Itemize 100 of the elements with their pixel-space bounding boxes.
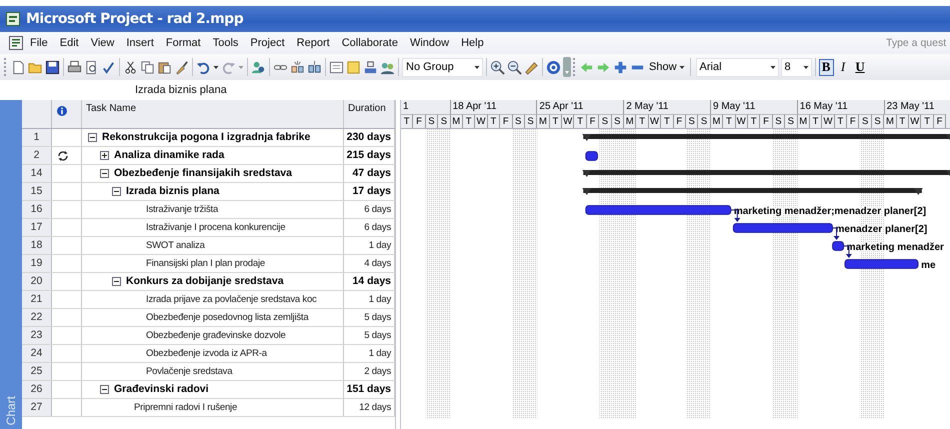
week-label: 2 May '11 [624, 100, 711, 114]
people-icon[interactable] [251, 60, 266, 74]
week-label: 23 May '11 [884, 100, 950, 114]
task-bar[interactable] [832, 241, 844, 251]
scissors-icon[interactable] [123, 60, 138, 74]
summary-task-name: Analiza dinamike rada [114, 148, 224, 163]
day-label: F [674, 114, 686, 128]
day-label: S [512, 114, 525, 128]
row-number: 2 [22, 147, 52, 164]
day-label: S [785, 114, 798, 128]
menu-item[interactable]: Help [455, 35, 490, 51]
day-label: T [810, 114, 822, 128]
day-label: M [798, 114, 810, 128]
day-label: M [537, 114, 550, 128]
day-label: W [909, 114, 922, 128]
day-label: W [736, 114, 748, 128]
summary-bar[interactable] [582, 188, 923, 195]
day-label: F [586, 114, 600, 128]
zoom-out-icon[interactable] [507, 60, 522, 74]
zoom-in-icon[interactable] [490, 60, 505, 74]
day-label: M [710, 114, 724, 128]
window-title: Microsoft Project - rad 2.mpp [26, 11, 244, 27]
document-menu-icon[interactable] [8, 35, 24, 51]
format-button[interactable]: U [852, 58, 868, 76]
save-icon[interactable] [45, 60, 60, 74]
day-label: W [822, 114, 835, 128]
menu-item[interactable]: Edit [54, 35, 85, 51]
spelling-icon[interactable] [101, 60, 116, 74]
task-name: Finansijski plan I plan prodaje [146, 257, 265, 271]
view-label: Chart [4, 394, 18, 427]
day-label: W [562, 114, 574, 128]
task-name: SWOT analiza [146, 239, 205, 253]
expand-icon[interactable] [100, 151, 109, 160]
collapse-icon[interactable] [112, 187, 121, 196]
week-label: 18 Apr '11 [450, 100, 538, 114]
summary-task-name: Obezbeđenje finansijakih sredstava [114, 166, 292, 181]
collapse-icon[interactable] [100, 385, 109, 394]
menu-item[interactable]: Collaborate [336, 35, 404, 51]
row-number: 15 [22, 183, 52, 200]
row-number: 1 [22, 129, 52, 146]
menu-item[interactable]: Report [290, 35, 336, 51]
day-label: M [884, 114, 897, 128]
day-label: T [834, 114, 848, 128]
summary-task-name: Konkurs za dobijanje sredstava [126, 274, 284, 289]
rollup-bar[interactable] [585, 151, 598, 161]
font-dropdown[interactable]: Arial [696, 58, 779, 76]
print-icon[interactable] [67, 60, 82, 74]
menu-item[interactable]: Project [244, 35, 291, 51]
day-label: T [401, 114, 414, 128]
day-label: F [760, 114, 773, 128]
resource-label: me [921, 260, 936, 271]
row-number: 14 [22, 165, 52, 182]
summary-bar[interactable] [582, 170, 950, 177]
new-document-icon[interactable] [11, 60, 26, 74]
brush-icon[interactable] [174, 60, 189, 74]
task-name: Obezbeđenje građevinske dozvole [146, 329, 286, 343]
menu-item[interactable]: Format [160, 35, 207, 51]
format-button[interactable]: B [818, 58, 834, 76]
font-size-dropdown[interactable]: 8 [780, 58, 812, 76]
group-dropdown[interactable]: No Group [402, 58, 483, 76]
menu-item[interactable]: Window [404, 35, 456, 51]
summary-bar[interactable] [582, 134, 950, 141]
copy-icon[interactable] [140, 60, 155, 74]
row-number: 19 [22, 255, 52, 272]
day-label: S [524, 114, 538, 128]
paste-icon[interactable] [157, 60, 172, 74]
menu-item[interactable]: File [24, 35, 54, 51]
broken-link-icon[interactable] [290, 60, 305, 74]
task-name: Povlačenje sredstava [146, 365, 232, 379]
day-label: T [462, 114, 476, 128]
row-number: 27 [22, 399, 52, 416]
format-button[interactable]: I [836, 58, 851, 76]
menu-item[interactable]: View [84, 35, 120, 51]
task-info-icon[interactable] [329, 60, 344, 74]
day-label: T [921, 114, 934, 128]
publish-icon[interactable] [363, 60, 378, 74]
menu-item[interactable]: Insert [120, 35, 160, 51]
week-label: 25 Apr '11 [537, 100, 624, 114]
day-label: S [686, 114, 698, 128]
collapse-icon[interactable] [100, 169, 109, 178]
collapse-icon[interactable] [88, 133, 97, 142]
day-label: S [859, 114, 872, 128]
show-button[interactable]: Show [647, 59, 687, 75]
day-label: W [648, 114, 662, 128]
menu-item[interactable]: Tools [206, 35, 244, 51]
help-search-field[interactable]: Type a quest [886, 37, 948, 49]
plus-icon[interactable] [613, 60, 628, 74]
help-icon[interactable] [546, 60, 561, 74]
day-label: S [438, 114, 451, 128]
task-name: Izrada prijave za povlačenje sredstava koc [146, 293, 317, 307]
row-number: 26 [22, 381, 52, 398]
column-header[interactable]: Task Name [82, 100, 344, 128]
day-label: S [872, 114, 884, 128]
entry-field[interactable]: Izrada biznis plana [135, 84, 227, 96]
day-label: T [723, 114, 736, 128]
day-label: F [847, 114, 860, 128]
row-number: 18 [22, 237, 52, 254]
split-icon[interactable] [307, 60, 322, 74]
day-label: F [413, 114, 426, 128]
collapse-icon[interactable] [112, 277, 121, 286]
